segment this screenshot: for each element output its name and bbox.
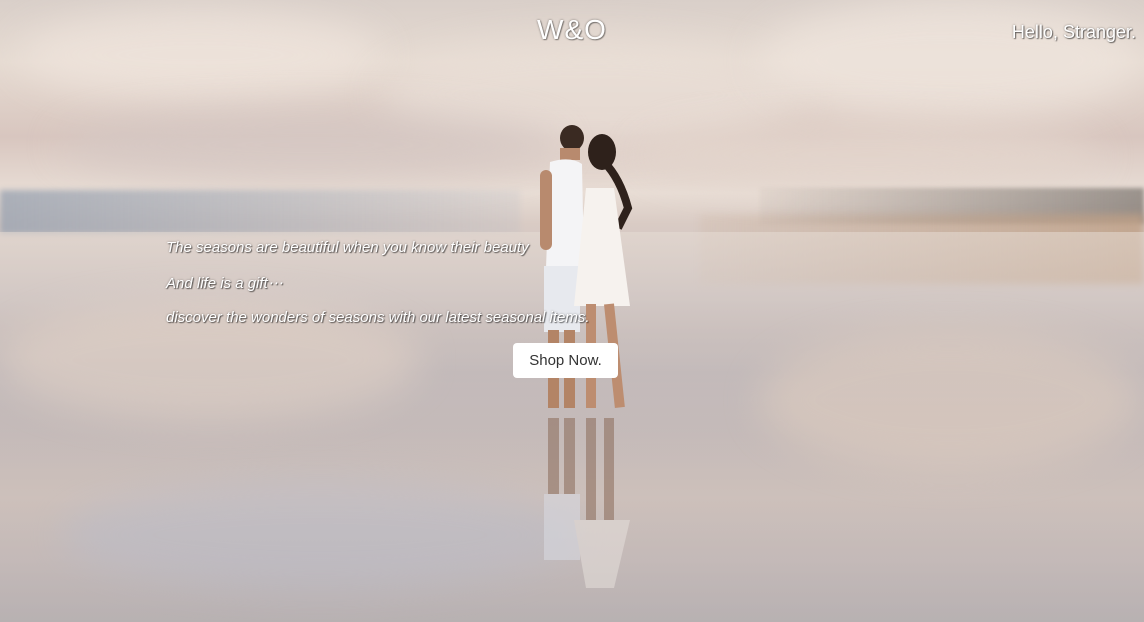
greeting-link[interactable]: Hello, Stranger. [1012,22,1136,43]
hero-tagline-line-3: discover the wonders of seasons with our… [166,309,590,326]
hero-tagline-line-2: And life is a gift⋯ [166,275,283,292]
hero-tagline-line-1: The seasons are beautiful when you know … [166,239,529,256]
brand-logo[interactable]: W&O [0,14,1144,46]
shop-now-button[interactable]: Shop Now. [513,343,618,378]
hero-section: W&O Hello, Stranger. The seasons are bea… [0,0,1144,622]
